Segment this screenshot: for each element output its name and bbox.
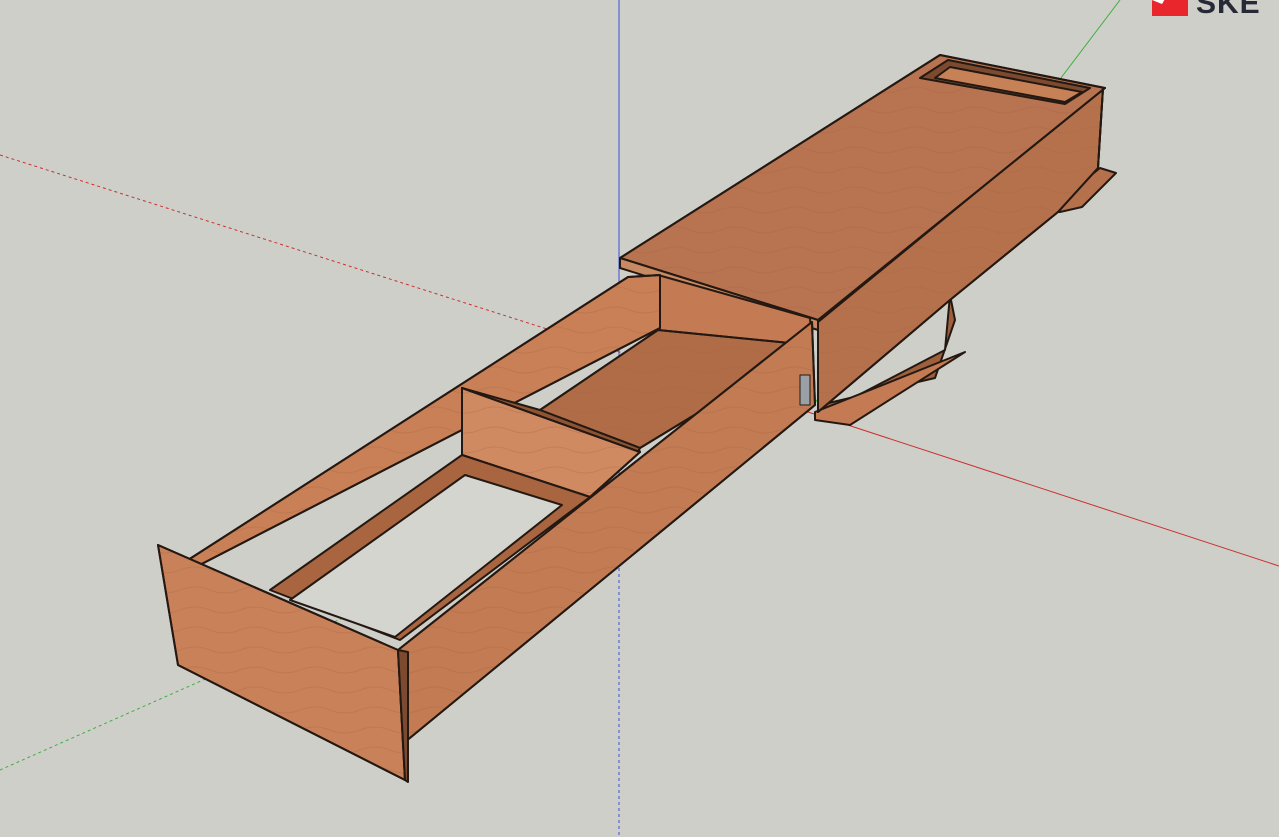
brand-logo: SKE xyxy=(1148,0,1261,20)
drawer[interactable] xyxy=(157,274,816,783)
red-axis-solid xyxy=(807,411,1279,567)
3d-scene-canvas[interactable] xyxy=(0,0,1279,837)
drawer-slide xyxy=(799,374,811,406)
sketchup-logo-icon xyxy=(1152,0,1188,16)
brand-text: SKE xyxy=(1196,0,1261,20)
modeling-viewport[interactable]: SKE xyxy=(0,0,1279,837)
